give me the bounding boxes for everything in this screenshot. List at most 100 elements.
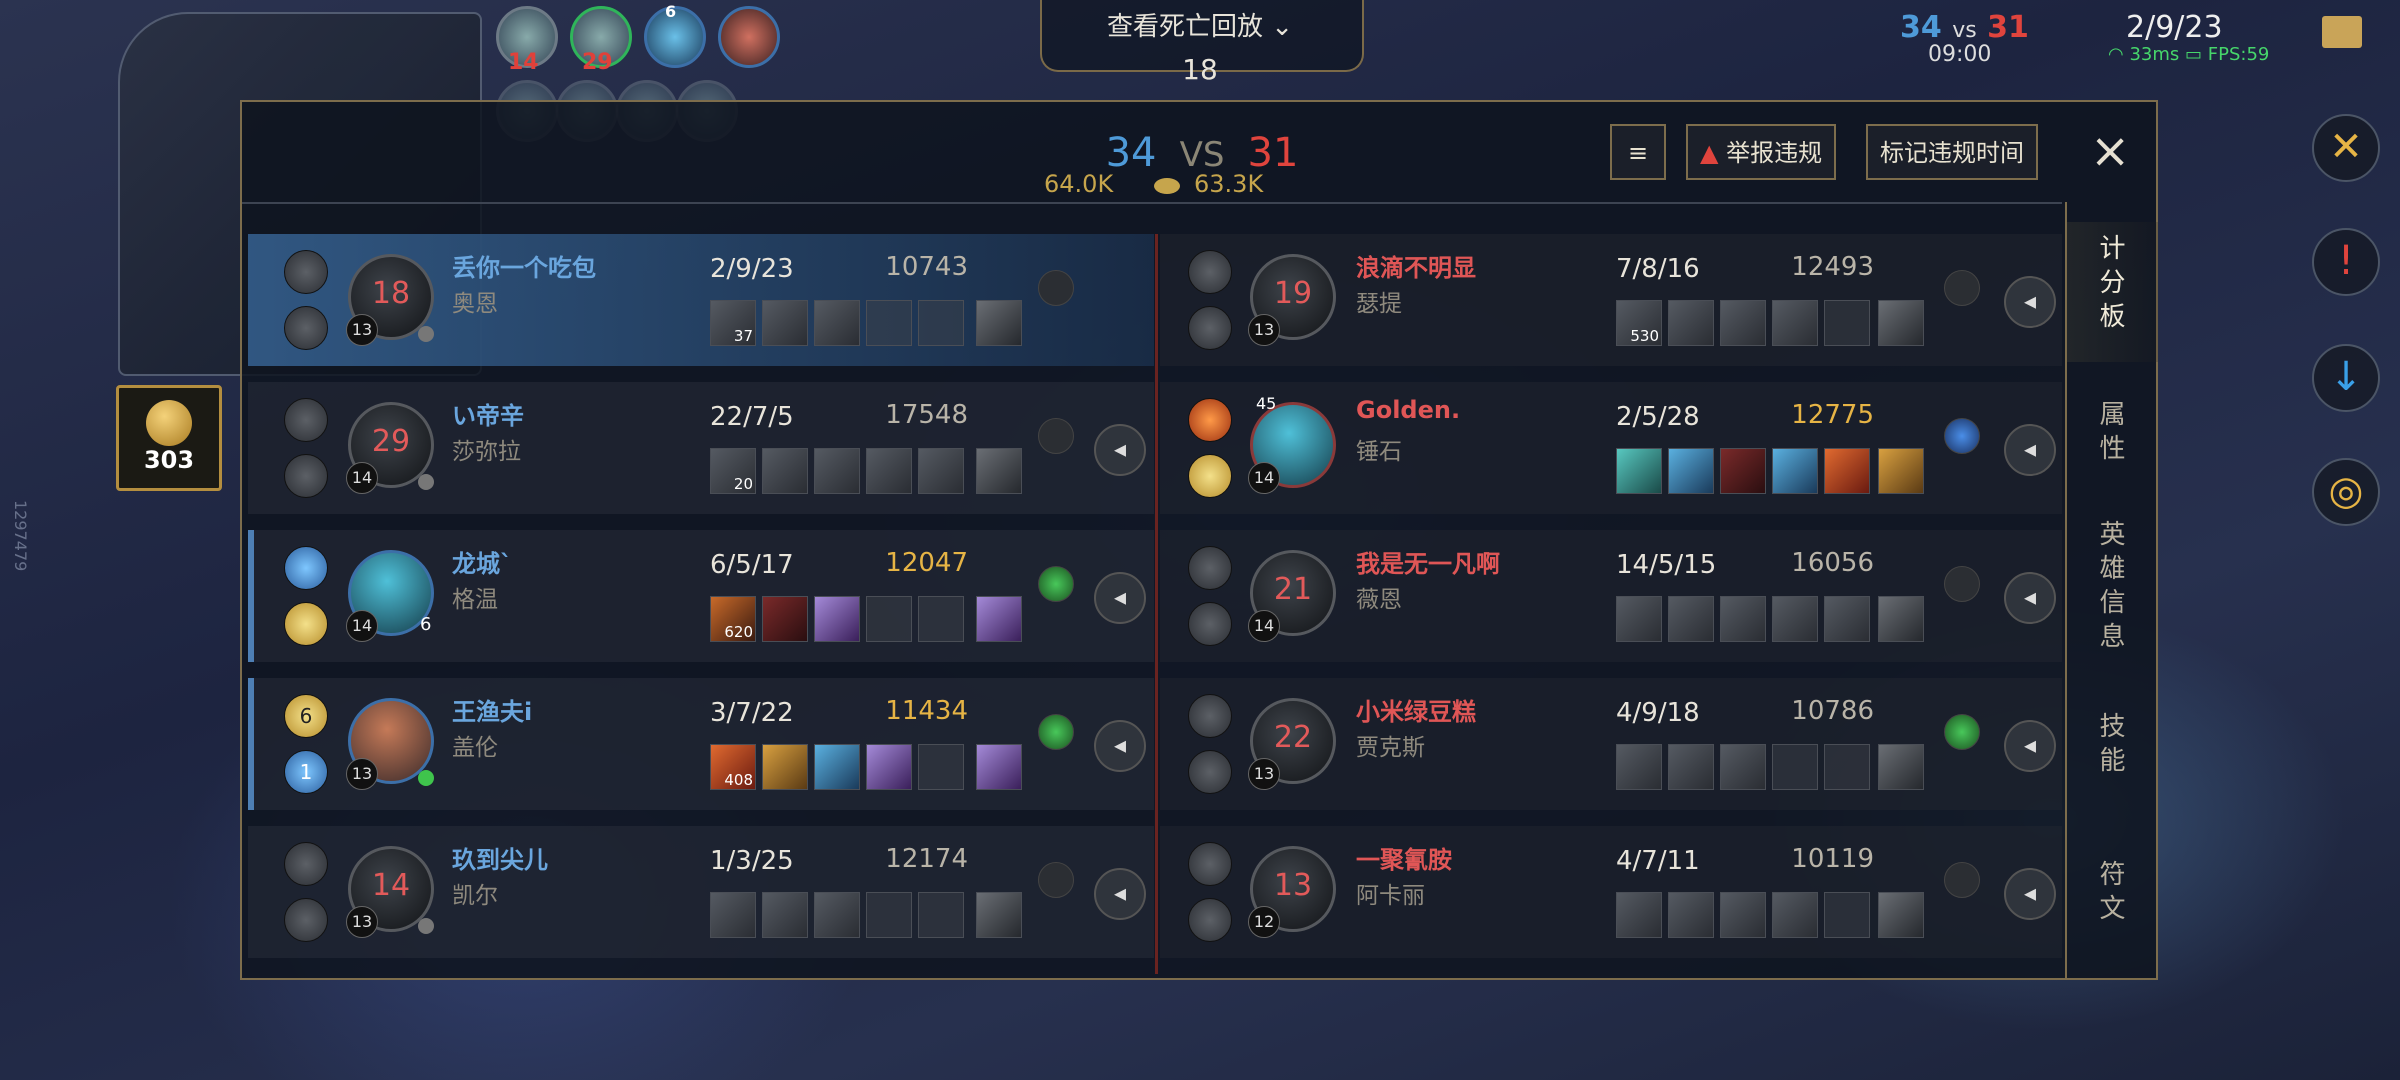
player-name: 玖到尖儿 bbox=[452, 846, 548, 874]
blue-player-row[interactable]: 14 13 玖到尖儿 凯尔 1/3/25 12174 ◂ bbox=[248, 826, 1154, 958]
item-slot bbox=[814, 300, 860, 346]
item-slot bbox=[762, 448, 808, 494]
alert-icon[interactable]: ! bbox=[2312, 228, 2380, 296]
item-slot bbox=[1720, 300, 1766, 346]
speaker-icon[interactable]: ◂ bbox=[2004, 572, 2056, 624]
report-button[interactable]: ▲ 举报违规 bbox=[1686, 124, 1837, 180]
speaker-icon[interactable]: ◂ bbox=[2004, 276, 2056, 328]
speaker-icon[interactable]: ◂ bbox=[2004, 720, 2056, 772]
champion-level: 13 bbox=[1248, 314, 1280, 346]
keystone-rune-icon bbox=[1038, 714, 1074, 750]
arrow-down-icon[interactable]: ↓ bbox=[2312, 344, 2380, 412]
champion-level: 14 bbox=[346, 462, 378, 494]
champion-name: 锤石 bbox=[1356, 439, 1402, 465]
gold-coin-icon bbox=[1154, 178, 1180, 194]
summoner-spell-icon bbox=[284, 546, 328, 590]
player-kda: 6/5/17 bbox=[710, 550, 794, 580]
coin-icon bbox=[146, 400, 192, 446]
stack-count: 6 bbox=[420, 614, 432, 635]
tab-skills[interactable]: 技 能 bbox=[2067, 710, 2158, 778]
item-slot bbox=[918, 300, 964, 346]
online-dot bbox=[418, 770, 434, 786]
blue-player-row[interactable]: 18 13 丢你一个吃包 奥恩 2/9/23 10743 37 bbox=[248, 234, 1154, 366]
player-gold: 16056 bbox=[1791, 548, 1874, 578]
speaker-icon[interactable]: ◂ bbox=[1094, 720, 1146, 772]
item-slot bbox=[1824, 744, 1870, 790]
item-slot: 530 bbox=[1616, 300, 1662, 346]
trinket-slot bbox=[1878, 448, 1924, 494]
coins-stack-icon[interactable]: ≡ bbox=[1610, 124, 1666, 180]
mark-violation-time-button[interactable]: 标记违规时间 bbox=[1866, 124, 2038, 180]
player-kda: 2/5/28 bbox=[1616, 402, 1700, 432]
champion-level: 13 bbox=[346, 314, 378, 346]
team-divider bbox=[1155, 234, 1158, 974]
item-slot bbox=[1616, 448, 1662, 494]
tab-attributes[interactable]: 属 性 bbox=[2067, 398, 2158, 466]
tab-champion-info[interactable]: 英 雄 信 息 bbox=[2067, 518, 2158, 654]
gold-counter[interactable]: 303 bbox=[116, 385, 222, 491]
respawn-count: 13 bbox=[1273, 868, 1313, 903]
summoner-spell-icon bbox=[284, 898, 328, 942]
item-slot bbox=[1824, 448, 1870, 494]
item-slot bbox=[1720, 744, 1766, 790]
trinket-slot bbox=[976, 596, 1022, 642]
champion-name: 盖伦 bbox=[452, 735, 498, 761]
item-slot bbox=[1668, 892, 1714, 938]
blue-player-row[interactable]: 14 6 龙城` 格温 6/5/17 12047 620 ◂ bbox=[248, 530, 1154, 662]
death-replay-button[interactable]: 查看死亡回放 ⌄ 18 bbox=[1090, 6, 1310, 86]
summoner-spell-icon bbox=[1188, 546, 1232, 590]
red-player-row[interactable]: 45 14 Golden. 锤石 2/5/28 12775 ◂ bbox=[1160, 382, 2062, 514]
summoner-spell-icon bbox=[1188, 842, 1232, 886]
item-slot bbox=[710, 892, 756, 938]
summoner-spell-icon bbox=[1188, 454, 1232, 498]
speaker-icon[interactable]: ◂ bbox=[2004, 424, 2056, 476]
champion-level: 13 bbox=[346, 758, 378, 790]
player-name: 小米绿豆糕 bbox=[1356, 698, 1476, 726]
red-team-gold: 63.3K bbox=[1194, 170, 1264, 198]
blue-player-row[interactable]: 6 1 13 王渔夫i 盖伦 3/7/22 11434 408 ◂ bbox=[248, 678, 1154, 810]
champion-name: 格温 bbox=[452, 587, 498, 613]
respawn-count: 29 bbox=[371, 424, 411, 459]
item-slot bbox=[1668, 744, 1714, 790]
champion-name: 凯尔 bbox=[452, 883, 498, 909]
wifi-icon: ◠ bbox=[2108, 44, 2124, 65]
keystone-rune-icon bbox=[1038, 418, 1074, 454]
player-kda: 3/7/22 bbox=[710, 698, 794, 728]
trinket-slot bbox=[1878, 744, 1924, 790]
player-name: 丢你一个吃包 bbox=[452, 254, 596, 282]
respawn-count: 19 bbox=[1273, 276, 1313, 311]
speaker-icon[interactable]: ◂ bbox=[1094, 868, 1146, 920]
item-slot bbox=[1616, 744, 1662, 790]
speaker-icon[interactable]: ◂ bbox=[1094, 424, 1146, 476]
speaker-icon[interactable]: ◂ bbox=[1094, 572, 1146, 624]
chevron-down-icon: ⌄ bbox=[1271, 12, 1294, 42]
item-slot bbox=[918, 892, 964, 938]
summoner-spell-icon bbox=[1188, 750, 1232, 794]
player-kda: 2/9/23 bbox=[2126, 10, 2223, 45]
player-kda: 1/3/25 bbox=[710, 846, 794, 876]
chat-icon[interactable] bbox=[2322, 16, 2362, 48]
player-name: 浪滴不明显 bbox=[1356, 254, 1476, 282]
item-slot bbox=[918, 596, 964, 642]
champion-level: 13 bbox=[346, 906, 378, 938]
red-player-row[interactable]: 22 13 小米绿豆糕 贾克斯 4/9/18 10786 ◂ bbox=[1160, 678, 2062, 810]
tab-runes[interactable]: 符 文 bbox=[2067, 858, 2158, 926]
close-icon[interactable]: × bbox=[2090, 126, 2130, 176]
lifebuoy-icon[interactable]: ◎ bbox=[2312, 458, 2380, 526]
item-slot bbox=[866, 300, 912, 346]
tab-scoreboard[interactable]: 计 分 板 bbox=[2067, 222, 2158, 362]
crossed-swords-icon[interactable]: ✕ bbox=[2312, 114, 2380, 182]
speaker-icon[interactable]: ◂ bbox=[2004, 868, 2056, 920]
ally-head bbox=[718, 6, 780, 68]
player-gold: 10119 bbox=[1791, 844, 1874, 874]
battery-icon: ▭ bbox=[2185, 44, 2203, 65]
summoner-spell-icon bbox=[1188, 398, 1232, 442]
red-player-row[interactable]: 19 13 浪滴不明显 瑟提 7/8/16 12493 530 ◂ bbox=[1160, 234, 2062, 366]
blue-player-row[interactable]: 29 14 い帝辛 莎弥拉 22/7/5 17548 20 ◂ bbox=[248, 382, 1154, 514]
player-name: 龙城` bbox=[452, 550, 512, 578]
red-player-row[interactable]: 13 12 一聚氰胺 阿卡丽 4/7/11 10119 ◂ bbox=[1160, 826, 2062, 958]
keystone-rune-icon bbox=[1944, 418, 1980, 454]
item-slot: 408 bbox=[710, 744, 756, 790]
player-kda: 14/5/15 bbox=[1616, 550, 1717, 580]
red-player-row[interactable]: 21 14 我是无一凡啊 薇恩 14/5/15 16056 ◂ bbox=[1160, 530, 2062, 662]
